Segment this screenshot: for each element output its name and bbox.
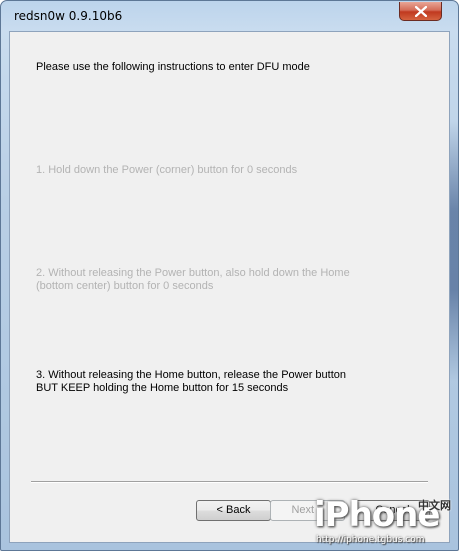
title-bar[interactable]: redsn0w 0.9.10b6: [1, 1, 458, 31]
app-window: redsn0w 0.9.10b6 Please use the followin…: [0, 0, 459, 551]
window-title: redsn0w 0.9.10b6: [14, 9, 123, 23]
step-2-text-line-1: 2. Without releasing the Power button, a…: [36, 267, 350, 279]
step-3-text-line-1: 3. Without releasing the Home button, re…: [36, 369, 347, 381]
watermark-chinese-text: 中文网: [418, 499, 451, 512]
button-divider: [31, 481, 428, 483]
back-button[interactable]: < Back: [196, 500, 271, 521]
step-2-text-line-2: (bottom center) button for 0 seconds: [36, 280, 214, 292]
step-3-text-line-2: BUT KEEP holding the Home button for 15 …: [36, 382, 289, 394]
instructions-heading: Please use the following instructions to…: [36, 61, 310, 73]
wizard-panel: Please use the following instructions to…: [9, 31, 450, 543]
watermark-logo: iPhone 中文网 http://iphone.tgbus.com: [300, 495, 458, 550]
watermark-url: http://iphone.tgbus.com: [316, 535, 425, 545]
step-1-text: 1. Hold down the Power (corner) button f…: [36, 164, 298, 176]
close-button[interactable]: [399, 2, 442, 21]
